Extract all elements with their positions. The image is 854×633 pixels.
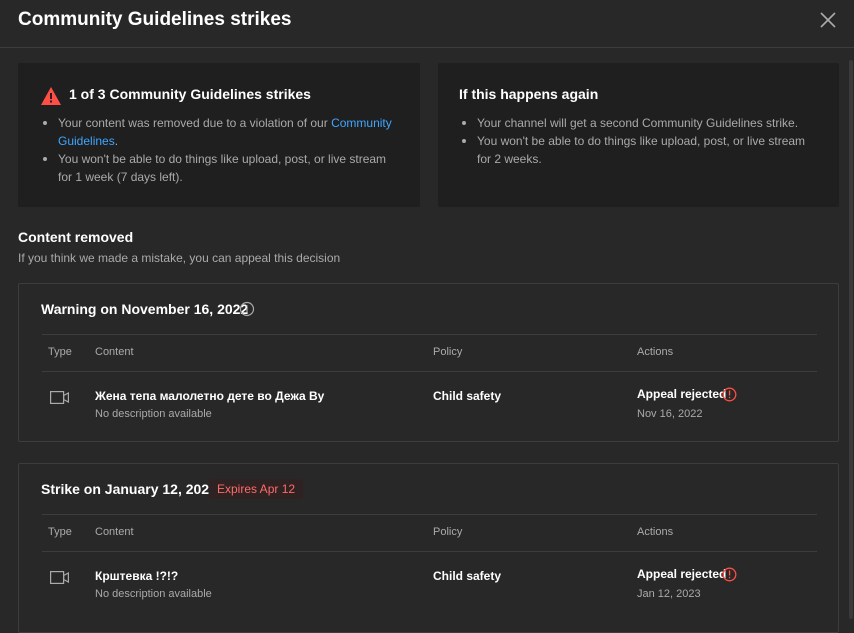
column-header-policy: Policy <box>433 346 463 358</box>
scrollbar[interactable] <box>849 60 853 619</box>
content-removed-title: Content removed <box>18 229 134 245</box>
column-header-actions: Actions <box>637 346 674 358</box>
error-icon[interactable] <box>722 387 737 402</box>
column-header-content: Content <box>95 526 134 538</box>
appeal-date: Nov 16, 2022 <box>637 408 703 420</box>
video-icon <box>50 571 69 584</box>
strike-count-title: 1 of 3 Community Guidelines strikes <box>69 86 311 102</box>
appeal-status: Appeal rejected <box>637 387 727 401</box>
next-strike-bullet-2: You won't be able to do things like uplo… <box>459 132 821 168</box>
policy-value: Child safety <box>433 569 502 583</box>
video-title[interactable]: Крштевка !?!? <box>95 569 178 583</box>
next-strike-title: If this happens again <box>459 86 599 102</box>
warning-panel: Warning on November 16, 2022 Type Conten… <box>18 283 839 442</box>
appeal-status: Appeal rejected <box>637 567 727 581</box>
strike-info-card: 1 of 3 Community Guidelines strikes Your… <box>18 63 420 207</box>
table-divider <box>42 551 817 552</box>
table-divider <box>42 334 817 335</box>
error-icon[interactable] <box>722 567 737 582</box>
strike-panel: Strike on January 12, 2023 Expires Apr 1… <box>18 463 839 633</box>
strike-bullet-violation: Your content was removed due to a violat… <box>40 114 400 150</box>
video-icon <box>50 391 69 404</box>
dialog-header: Community Guidelines strikes <box>0 0 854 48</box>
next-strike-card: If this happens again Your channel will … <box>438 63 839 207</box>
column-header-actions: Actions <box>637 526 674 538</box>
warning-icon <box>41 87 61 105</box>
strike-title: Strike on January 12, 2023 <box>41 481 217 497</box>
table-divider <box>42 371 817 372</box>
warning-title: Warning on November 16, 2022 <box>41 301 249 317</box>
strike-bullet-restriction: You won't be able to do things like uplo… <box>40 150 400 186</box>
video-description: No description available <box>95 408 212 420</box>
strike-bullet-period: . <box>114 134 119 148</box>
column-header-content: Content <box>95 346 134 358</box>
next-strike-bullet-1: Your channel will get a second Community… <box>459 114 821 132</box>
close-button[interactable] <box>816 8 840 32</box>
video-description: No description available <box>95 588 212 600</box>
content-removed-subtitle: If you think we made a mistake, you can … <box>18 251 341 265</box>
column-header-type: Type <box>48 526 72 538</box>
close-icon <box>820 12 836 28</box>
appeal-date: Jan 12, 2023 <box>637 588 701 600</box>
column-header-type: Type <box>48 346 72 358</box>
table-divider <box>42 514 817 515</box>
strike-bullet-text: Your content was removed due to a violat… <box>58 116 332 130</box>
dialog-title: Community Guidelines strikes <box>18 9 292 30</box>
expires-badge: Expires Apr 12 <box>209 479 304 499</box>
info-icon[interactable] <box>239 301 255 317</box>
video-title[interactable]: Жена тепа малолетно дете во Дежа Ву <box>95 389 324 403</box>
policy-value: Child safety <box>433 389 502 403</box>
column-header-policy: Policy <box>433 526 463 538</box>
